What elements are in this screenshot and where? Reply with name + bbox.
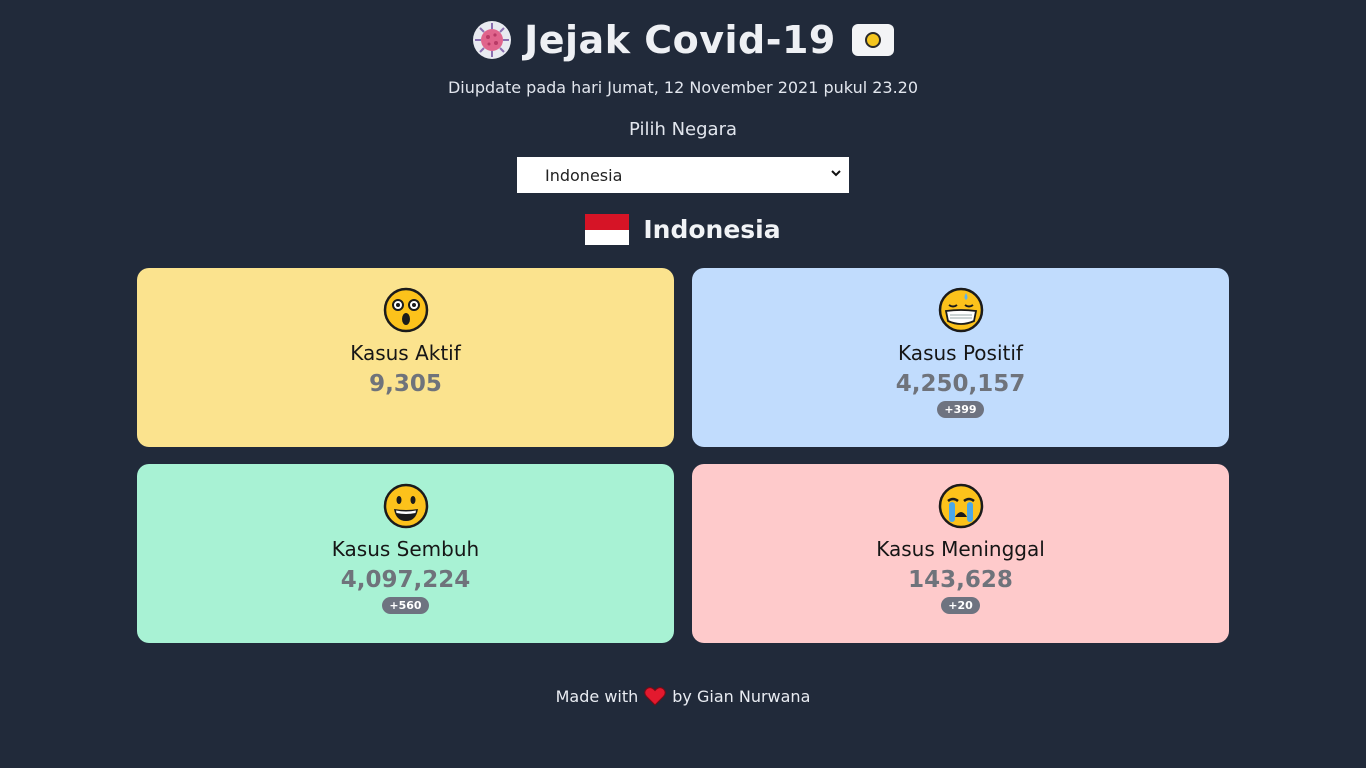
card-kasus-positif: Kasus Positif 4,250,157 +399	[692, 268, 1229, 447]
page-title: Jejak Covid-19	[524, 18, 836, 62]
grinning-face-icon	[383, 483, 428, 529]
footer: Made with by Gian Nurwana	[0, 686, 1366, 706]
card-label: Kasus Positif	[898, 341, 1023, 365]
card-kasus-sembuh: Kasus Sembuh 4,097,224 +560	[137, 464, 674, 643]
country-select[interactable]: Indonesia	[517, 157, 849, 193]
card-label: Kasus Meninggal	[876, 537, 1045, 561]
country-name: Indonesia	[643, 215, 781, 244]
indonesia-flag-icon	[585, 214, 630, 245]
chevron-down-icon	[831, 170, 841, 177]
card-value: 143,628	[908, 567, 1013, 593]
header: Jejak Covid-19	[0, 18, 1366, 62]
delta-badge: +560	[382, 597, 429, 614]
moon-icon	[864, 32, 881, 48]
mask-face-icon	[938, 287, 983, 333]
country-picker-label: Pilih Negara	[628, 119, 738, 140]
delta-badge: +20	[941, 597, 980, 614]
updated-timestamp: Diupdate pada hari Jumat, 12 November 20…	[447, 78, 919, 97]
card-value: 4,250,157	[895, 371, 1026, 397]
card-value: 9,305	[369, 371, 442, 397]
card-kasus-meninggal: Kasus Meninggal 143,628 +20	[692, 464, 1229, 643]
footer-author: by Gian Nurwana	[672, 686, 811, 706]
card-label: Kasus Sembuh	[331, 537, 480, 561]
astonished-face-icon	[383, 287, 428, 333]
delta-badge: +399	[937, 401, 984, 418]
card-kasus-aktif: Kasus Aktif 9,305	[137, 268, 674, 447]
crying-face-icon	[938, 483, 983, 529]
heart-icon	[644, 687, 667, 706]
card-label: Kasus Aktif	[350, 341, 461, 365]
theme-toggle-button[interactable]	[851, 24, 894, 56]
virus-icon	[473, 21, 512, 59]
footer-prefix: Made with	[555, 686, 639, 706]
card-value: 4,097,224	[340, 567, 471, 593]
country-select-value: Indonesia	[545, 165, 623, 185]
country-heading: Indonesia	[0, 214, 1366, 245]
